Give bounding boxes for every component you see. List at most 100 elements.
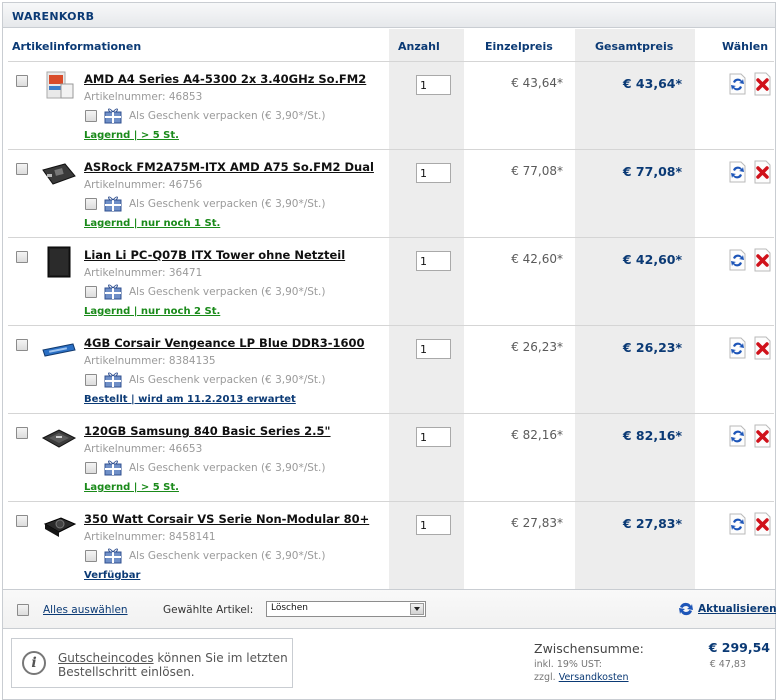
article-number: Artikelnummer: 36471 xyxy=(84,267,203,279)
delete-icon[interactable] xyxy=(753,336,772,360)
quantity-input[interactable] xyxy=(416,515,451,535)
gift-wrap-label: Als Geschenk verpacken (€ 3,90*/St.) xyxy=(129,198,326,210)
delete-icon[interactable] xyxy=(753,248,772,272)
unit-price: € 26,23* xyxy=(511,340,563,354)
cart-row: Lian Li PC-Q07B ITX Tower ohne Netzteil … xyxy=(3,238,775,326)
unit-price: € 43,64* xyxy=(511,76,563,90)
quantity-input[interactable] xyxy=(416,251,451,271)
gift-wrap-label: Als Geschenk verpacken (€ 3,90*/St.) xyxy=(129,462,326,474)
unit-price: € 82,16* xyxy=(511,428,563,442)
total-price: € 27,83* xyxy=(622,516,682,531)
product-title-link[interactable]: 350 Watt Corsair VS Serie Non-Modular 80… xyxy=(84,512,369,526)
shipping-note: zzgl. Versandkosten xyxy=(534,672,629,683)
stock-status-link[interactable]: Lagernd | nur noch 1 St. xyxy=(84,218,220,229)
product-title-link[interactable]: AMD A4 Series A4-5300 2x 3.40GHz So.FM2 xyxy=(84,72,366,86)
cart-actions-bar: Alles auswählen Gewählte Artikel: Lösche… xyxy=(3,589,776,629)
refresh-icon[interactable] xyxy=(728,73,747,95)
gift-icon xyxy=(104,548,122,564)
delete-icon[interactable] xyxy=(753,424,772,448)
refresh-icon[interactable] xyxy=(728,337,747,359)
row-select-checkbox[interactable] xyxy=(16,515,28,527)
gift-icon xyxy=(104,196,122,212)
gift-icon xyxy=(104,108,122,124)
delete-icon[interactable] xyxy=(753,512,772,536)
cart-row: 120GB Samsung 840 Basic Series 2.5" Arti… xyxy=(3,414,775,502)
gift-wrap-label: Als Geschenk verpacken (€ 3,90*/St.) xyxy=(129,550,326,562)
gift-icon xyxy=(104,284,122,300)
product-title-link[interactable]: 4GB Corsair Vengeance LP Blue DDR3-1600 xyxy=(84,336,365,350)
stock-status-link[interactable]: Lagernd | > 5 St. xyxy=(84,130,179,141)
gift-icon xyxy=(104,372,122,388)
col-header-qty: Anzahl xyxy=(398,40,440,53)
cart-row: 350 Watt Corsair VS Serie Non-Modular 80… xyxy=(3,502,775,590)
col-header-choose: Wählen xyxy=(722,40,769,53)
selected-action-dropdown[interactable]: Löschen xyxy=(266,601,426,617)
chevron-down-icon[interactable] xyxy=(410,603,424,615)
vat-label: inkl. 19% UST: xyxy=(534,659,602,670)
stock-status-link[interactable]: Bestellt | wird am 11.2.2013 erwartet xyxy=(84,394,296,405)
article-number: Artikelnummer: 8458141 xyxy=(84,531,216,543)
refresh-icon[interactable] xyxy=(728,249,747,271)
row-select-checkbox[interactable] xyxy=(16,339,28,351)
total-price: € 77,08* xyxy=(622,164,682,179)
total-price: € 26,23* xyxy=(622,340,682,355)
quantity-input[interactable] xyxy=(416,339,451,359)
gift-wrap-label: Als Geschenk verpacken (€ 3,90*/St.) xyxy=(129,286,326,298)
total-price: € 82,16* xyxy=(622,428,682,443)
shipping-prefix: zzgl. xyxy=(534,672,559,683)
subtotal-value: € 299,54 xyxy=(708,640,770,655)
row-select-checkbox[interactable] xyxy=(16,251,28,263)
ssd-icon xyxy=(41,429,77,448)
refresh-icon[interactable] xyxy=(728,513,747,535)
product-title-link[interactable]: ASRock FM2A75M-ITX AMD A75 So.FM2 Dual xyxy=(84,160,374,174)
row-select-checkbox[interactable] xyxy=(16,427,28,439)
article-number: Artikelnummer: 46853 xyxy=(84,91,203,103)
row-select-checkbox[interactable] xyxy=(16,163,28,175)
gift-wrap-checkbox[interactable] xyxy=(85,198,97,210)
pc-case-icon xyxy=(47,246,71,278)
gift-icon xyxy=(104,460,122,476)
quantity-input[interactable] xyxy=(416,163,451,183)
vat-value: € 47,83 xyxy=(709,659,746,670)
selected-action-value: Löschen xyxy=(271,603,308,613)
col-header-unit-price: Einzelpreis xyxy=(485,40,553,53)
subtotal-label: Zwischensumme: xyxy=(534,641,644,656)
refresh-icon xyxy=(679,602,693,616)
update-label: Aktualisieren xyxy=(698,603,776,615)
gift-wrap-checkbox[interactable] xyxy=(85,374,97,386)
article-number: Artikelnummer: 46756 xyxy=(84,179,203,191)
unit-price: € 42,60* xyxy=(511,252,563,266)
product-title-link[interactable]: 120GB Samsung 840 Basic Series 2.5" xyxy=(84,424,331,438)
coupon-info-text: Gutscheincodes können Sie im letzten Bes… xyxy=(58,651,288,679)
unit-price: € 77,08* xyxy=(511,164,563,178)
gift-wrap-checkbox[interactable] xyxy=(85,462,97,474)
coupon-info-box: i Gutscheincodes können Sie im letzten B… xyxy=(11,638,293,688)
delete-icon[interactable] xyxy=(753,160,772,184)
select-all-link[interactable]: Alles auswählen xyxy=(43,604,128,616)
gift-wrap-label: Als Geschenk verpacken (€ 3,90*/St.) xyxy=(129,374,326,386)
refresh-icon[interactable] xyxy=(728,425,747,447)
refresh-icon[interactable] xyxy=(728,161,747,183)
cpu-box-icon xyxy=(46,71,74,99)
article-number: Artikelnummer: 8384135 xyxy=(84,355,216,367)
select-all-checkbox[interactable] xyxy=(17,604,29,616)
product-title-link[interactable]: Lian Li PC-Q07B ITX Tower ohne Netzteil xyxy=(84,248,345,262)
row-select-checkbox[interactable] xyxy=(16,75,28,87)
gift-wrap-checkbox[interactable] xyxy=(85,550,97,562)
coupon-codes-link[interactable]: Gutscheincodes xyxy=(58,651,154,665)
unit-price: € 27,83* xyxy=(511,516,563,530)
stock-status-link[interactable]: Lagernd | > 5 St. xyxy=(84,482,179,493)
gift-wrap-checkbox[interactable] xyxy=(85,286,97,298)
shipping-costs-link[interactable]: Versandkosten xyxy=(559,672,629,683)
stock-status-link[interactable]: Verfügbar xyxy=(84,570,140,581)
delete-icon[interactable] xyxy=(753,72,772,96)
stock-status-link[interactable]: Lagernd | nur noch 2 St. xyxy=(84,306,220,317)
gift-wrap-checkbox[interactable] xyxy=(85,110,97,122)
motherboard-icon xyxy=(42,163,76,185)
total-price: € 42,60* xyxy=(622,252,682,267)
quantity-input[interactable] xyxy=(416,427,451,447)
cart-row: 4GB Corsair Vengeance LP Blue DDR3-1600 … xyxy=(3,326,775,414)
cart-row: ASRock FM2A75M-ITX AMD A75 So.FM2 Dual A… xyxy=(3,150,775,238)
quantity-input[interactable] xyxy=(416,75,451,95)
selected-items-label: Gewählte Artikel: xyxy=(163,604,254,616)
